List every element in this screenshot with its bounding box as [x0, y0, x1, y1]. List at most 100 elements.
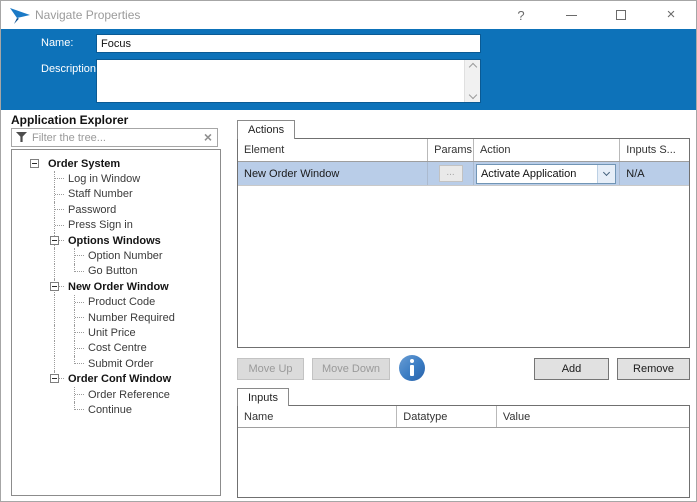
tree-connector: [65, 341, 85, 356]
minimize-icon: [566, 15, 577, 16]
tree-guide: [25, 295, 45, 310]
close-button[interactable]: ×: [646, 1, 696, 29]
move-down-button[interactable]: Move Down: [312, 358, 390, 380]
navigate-stage-icon: [9, 6, 31, 25]
tree-node[interactable]: Product Code: [25, 295, 220, 310]
scroll-down-icon[interactable]: [468, 91, 476, 99]
inputs-grid[interactable]: NameDatatypeValue: [237, 405, 690, 498]
cell-inputs-set: N/A: [620, 162, 689, 185]
window-controls: ? ×: [496, 1, 696, 29]
collapse-toggle-icon[interactable]: [50, 282, 59, 291]
tree-guide: [25, 233, 45, 248]
tree-filter-input[interactable]: [28, 132, 199, 144]
column-header-inputs-s[interactable]: Inputs S...: [620, 139, 689, 161]
info-icon[interactable]: [399, 355, 425, 381]
tree-node-label[interactable]: Option Number: [88, 250, 163, 262]
add-label: Add: [562, 363, 582, 375]
tree-node[interactable]: Go Button: [25, 264, 220, 279]
help-icon: ?: [517, 8, 524, 23]
tree-node-label[interactable]: Number Required: [88, 312, 175, 324]
tree-node[interactable]: Press Sign in: [25, 218, 220, 233]
tree-node-label[interactable]: Password: [68, 204, 116, 216]
tree-node[interactable]: Option Number: [25, 248, 220, 263]
tree-node[interactable]: Log in Window: [25, 171, 220, 186]
column-header-datatype[interactable]: Datatype: [397, 406, 497, 427]
actions-grid[interactable]: ElementParamsActionInputs S...New Order …: [237, 138, 690, 348]
tab-inputs[interactable]: Inputs: [237, 388, 289, 406]
titlebar[interactable]: Navigate Properties ? ×: [1, 1, 696, 29]
clear-filter-icon[interactable]: ×: [199, 129, 217, 146]
tree-guide: [25, 279, 45, 294]
collapse-toggle-icon[interactable]: [30, 159, 39, 168]
tree-node[interactable]: Submit Order: [25, 356, 220, 371]
tree-node-label[interactable]: Continue: [88, 404, 132, 416]
column-header-params[interactable]: Params: [428, 139, 474, 161]
maximize-button[interactable]: [596, 1, 646, 29]
tree-guide: [45, 295, 65, 310]
minimize-button[interactable]: [546, 1, 596, 29]
tree-node-label[interactable]: Go Button: [88, 265, 138, 277]
actions-table-row[interactable]: New Order Window... Activate ApplicationN…: [238, 162, 689, 186]
tree-node[interactable]: Password: [25, 202, 220, 217]
tree-node[interactable]: New Order Window: [25, 279, 220, 294]
tree-node[interactable]: Continue: [25, 402, 220, 417]
tree-node[interactable]: Order Conf Window: [25, 371, 220, 386]
tree-node[interactable]: Options Windows: [25, 233, 220, 248]
cell-element[interactable]: New Order Window: [238, 162, 428, 185]
tree-node-label[interactable]: Staff Number: [68, 188, 133, 200]
properties-header-band: Name: Description:: [1, 29, 697, 110]
tree-node-label[interactable]: Order Conf Window: [68, 373, 171, 385]
tab-actions[interactable]: Actions: [237, 120, 295, 139]
tree-node[interactable]: Cost Centre: [25, 341, 220, 356]
tree-node-label[interactable]: Order Reference: [88, 389, 170, 401]
params-button[interactable]: ...: [439, 165, 463, 182]
tree-node-label[interactable]: Submit Order: [88, 358, 153, 370]
tree-node[interactable]: Order Reference: [25, 387, 220, 402]
collapse-toggle-icon[interactable]: [50, 374, 59, 383]
tree-connector: [25, 156, 45, 171]
tree-node-label[interactable]: Press Sign in: [68, 219, 133, 231]
remove-button[interactable]: Remove: [617, 358, 690, 380]
tree-node[interactable]: Number Required: [25, 310, 220, 325]
filter-funnel-icon: [16, 132, 28, 143]
tree-guide: [25, 202, 45, 217]
tree-connector: [45, 279, 65, 294]
tree-connector: [65, 387, 85, 402]
application-explorer-tree[interactable]: Order System Log in Window Staff Number Pas…: [11, 149, 221, 496]
column-header-value[interactable]: Value: [497, 406, 689, 427]
tree-node-label[interactable]: Order System: [48, 158, 120, 170]
tree-node-label[interactable]: New Order Window: [68, 281, 169, 293]
add-button[interactable]: Add: [534, 358, 609, 380]
column-header-name[interactable]: Name: [238, 406, 397, 427]
column-header-element[interactable]: Element: [238, 139, 428, 161]
tree-guide: [45, 387, 65, 402]
dropdown-arrow-icon[interactable]: [597, 165, 615, 183]
name-input[interactable]: [96, 34, 481, 53]
tree-node[interactable]: Unit Price: [25, 325, 220, 340]
tree-node-label[interactable]: Product Code: [88, 296, 155, 308]
description-label: Description:: [41, 63, 99, 75]
description-input[interactable]: [97, 60, 463, 102]
help-button[interactable]: ?: [496, 1, 546, 29]
tree-node-label[interactable]: Log in Window: [68, 173, 140, 185]
scroll-up-icon[interactable]: [468, 63, 476, 71]
tree-guide: [45, 325, 65, 340]
remove-label: Remove: [633, 363, 674, 375]
tree-guide: [25, 218, 45, 233]
tree-node-label[interactable]: Options Windows: [68, 235, 161, 247]
tree-node-label[interactable]: Unit Price: [88, 327, 136, 339]
collapse-toggle-icon[interactable]: [50, 236, 59, 245]
column-header-action[interactable]: Action: [474, 139, 620, 161]
tree-guide: [25, 371, 45, 386]
tree-node-label[interactable]: Cost Centre: [88, 342, 147, 354]
tree-node[interactable]: Staff Number: [25, 187, 220, 202]
tree-guide: [45, 402, 65, 417]
move-up-button[interactable]: Move Up: [237, 358, 304, 380]
move-up-label: Move Up: [248, 363, 292, 375]
description-scrollbar[interactable]: [464, 60, 480, 102]
action-dropdown[interactable]: Activate Application: [476, 164, 616, 184]
tree-node[interactable]: Order System: [25, 156, 220, 171]
chevron-down-icon: [603, 169, 610, 176]
tree-connector: [45, 233, 65, 248]
tree-guide: [45, 341, 65, 356]
